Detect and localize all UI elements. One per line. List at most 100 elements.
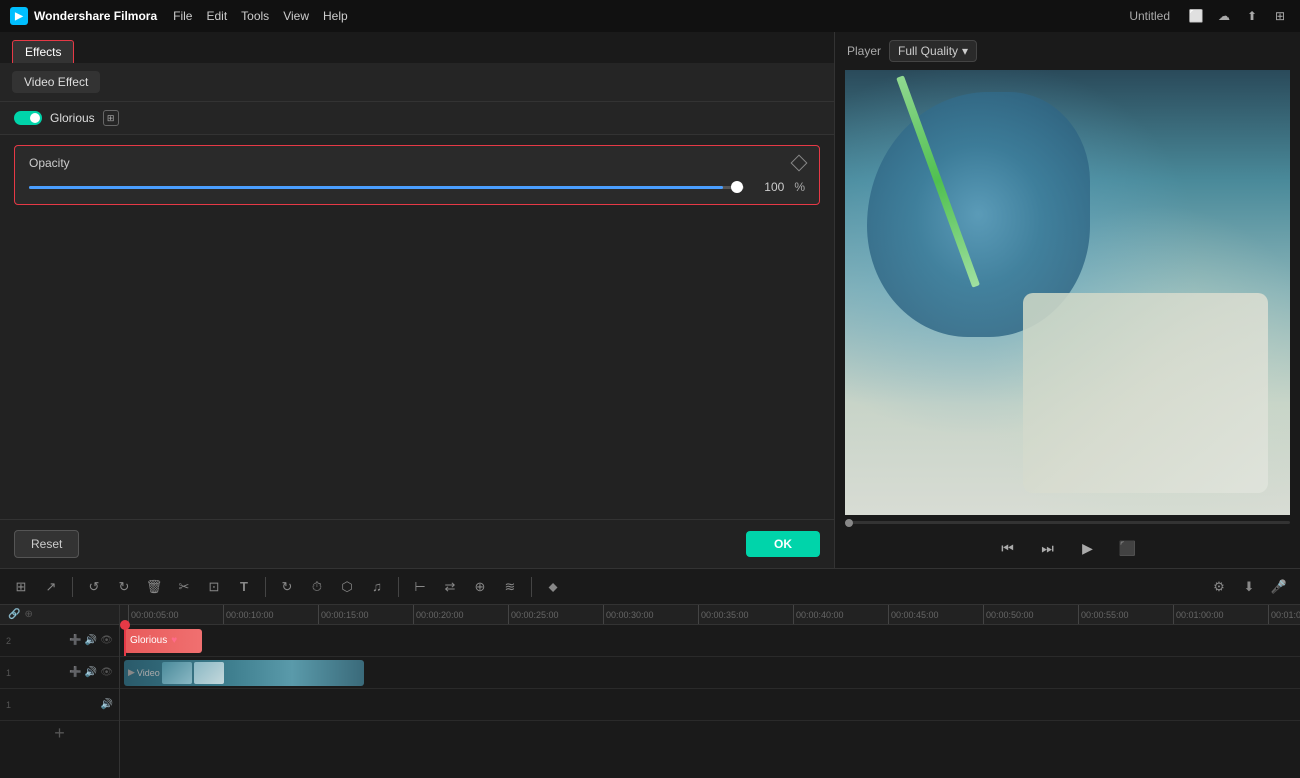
tl-track-video-speaker-icon[interactable]: 🔊 xyxy=(85,667,97,678)
tl-tool-wrap[interactable]: ⊕ xyxy=(467,574,493,600)
tl-track-video-add-icon[interactable]: ➕ xyxy=(69,667,81,678)
ruler-mark-2: 00:00:10:00 xyxy=(223,605,318,624)
tl-separator-3 xyxy=(398,577,399,597)
plate-shape xyxy=(1023,293,1268,493)
timeline-main[interactable]: 00:00:05:00 00:00:10:00 00:00:15:00 00:0… xyxy=(120,605,1300,778)
effect-name-label: Glorious xyxy=(50,111,95,125)
video-thumbnail-2 xyxy=(194,662,224,684)
tl-tool-speed[interactable]: ⏱ xyxy=(304,574,330,600)
ruler-mark-10: 00:00:50:00 xyxy=(983,605,1078,624)
right-panel: Player Full Quality ▾ ⏮ ⏭ ▶ xyxy=(835,32,1300,568)
ok-button[interactable]: OK xyxy=(746,531,820,557)
menu-view[interactable]: View xyxy=(283,9,309,23)
tl-track-effect-icons: ➕ 🔊 👁 xyxy=(69,635,113,646)
ruler-mark-7: 00:00:35:00 xyxy=(698,605,793,624)
tl-track-label-video: 1 ➕ 🔊 👁 xyxy=(0,657,119,689)
player-header: Player Full Quality ▾ xyxy=(835,32,1300,70)
opacity-section: Opacity 100 % xyxy=(14,145,820,205)
opacity-label: Opacity xyxy=(29,156,70,170)
app-logo-icon: ▶ xyxy=(10,7,28,25)
progress-track[interactable] xyxy=(845,521,1290,524)
fullscreen-button[interactable]: ⬛ xyxy=(1116,536,1140,560)
tl-tool-download[interactable]: ⬇ xyxy=(1236,574,1262,600)
menu-tools[interactable]: Tools xyxy=(241,9,269,23)
tl-tool-scenes[interactable]: ⊞ xyxy=(8,574,34,600)
app-name: Wondershare Filmora xyxy=(34,9,157,23)
opacity-value: 100 xyxy=(754,180,784,194)
tl-track-add-icon[interactable]: ➕ xyxy=(69,635,81,646)
tl-tool-cut[interactable]: ✂ xyxy=(171,574,197,600)
opacity-slider-thumb[interactable] xyxy=(731,181,743,193)
effect-clip-label: Glorious xyxy=(130,635,167,646)
tl-tool-crop[interactable]: ⊡ xyxy=(201,574,227,600)
timeline-section: ⊞ ↗ ↺ ↻ 🗑 ✂ ⊡ T ↻ ⏱ ⬡ ♫ ⊢ ⇄ ⊕ ≋ ⬥ ⚙ ⬇ 🎤 … xyxy=(0,568,1300,778)
quality-dropdown-icon: ▾ xyxy=(962,44,968,58)
tl-chain-icon[interactable]: ⊕ xyxy=(24,609,32,620)
timeline-toolbar: ⊞ ↗ ↺ ↻ 🗑 ✂ ⊡ T ↻ ⏱ ⬡ ♫ ⊢ ⇄ ⊕ ≋ ⬥ ⚙ ⬇ 🎤 xyxy=(0,569,1300,605)
video-clip[interactable]: ▶ Video xyxy=(124,660,364,686)
tl-tool-undo[interactable]: ↺ xyxy=(81,574,107,600)
win-layout-icon[interactable]: ⊞ xyxy=(1270,6,1290,26)
tl-tool-rotate[interactable]: ↻ xyxy=(274,574,300,600)
ruler-mark-5: 00:00:25:00 xyxy=(508,605,603,624)
ruler-mark-8: 00:00:40:00 xyxy=(793,605,888,624)
playhead xyxy=(124,625,126,656)
tl-tool-select[interactable]: ↗ xyxy=(38,574,64,600)
menu-edit[interactable]: Edit xyxy=(206,9,227,23)
menu-file[interactable]: File xyxy=(173,9,192,23)
tl-tool-settings[interactable]: ⚙ xyxy=(1206,574,1232,600)
tl-separator-2 xyxy=(265,577,266,597)
reset-button[interactable]: Reset xyxy=(14,530,79,558)
video-thumbnail-1 xyxy=(162,662,192,684)
tl-tool-transform[interactable]: ⇄ xyxy=(437,574,463,600)
opacity-slider-fill xyxy=(29,186,723,189)
tl-tool-text[interactable]: T xyxy=(231,574,257,600)
tl-tool-delete[interactable]: 🗑 xyxy=(141,574,167,600)
keyframe-icon[interactable] xyxy=(791,155,808,172)
tl-track-eye-icon[interactable]: 👁 xyxy=(100,635,113,646)
effect-info-icon[interactable]: ⊞ xyxy=(103,110,119,126)
tl-right-tools: ⚙ ⬇ 🎤 xyxy=(1206,574,1292,600)
win-share-icon[interactable]: ⬆ xyxy=(1242,6,1262,26)
tl-track-speaker-icon[interactable]: 🔊 xyxy=(85,635,97,646)
tl-left-header: 🔗 ⊕ xyxy=(0,605,119,625)
tl-link-icon[interactable]: 🔗 xyxy=(8,609,20,620)
effect-header: Glorious ⊞ xyxy=(0,102,834,135)
panel-footer: Reset OK xyxy=(0,519,834,568)
clip-heart-icon: ♥ xyxy=(171,635,177,646)
tab-effects[interactable]: Effects xyxy=(12,40,74,63)
skip-back-button[interactable]: ⏮ xyxy=(996,536,1020,560)
tl-tool-extra[interactable]: ⬥ xyxy=(540,574,566,600)
effect-clip-glorious[interactable]: Glorious ♥ xyxy=(124,629,202,653)
ruler-mark-6: 00:00:30:00 xyxy=(603,605,698,624)
tl-tool-redo[interactable]: ↻ xyxy=(111,574,137,600)
effect-toggle[interactable] xyxy=(14,111,42,125)
win-cloud-icon[interactable]: ☁ xyxy=(1214,6,1234,26)
tl-add-track-button[interactable]: + xyxy=(0,721,119,745)
opacity-header: Opacity xyxy=(29,156,805,170)
tl-tool-audio[interactable]: ♫ xyxy=(364,574,390,600)
play-button[interactable]: ▶ xyxy=(1076,536,1100,560)
progress-dot[interactable] xyxy=(845,519,853,527)
tab-video-effect[interactable]: Video Effect xyxy=(12,71,100,93)
tl-tool-mic[interactable]: 🎤 xyxy=(1266,574,1292,600)
tl-track-video-eye-icon[interactable]: 👁 xyxy=(100,667,113,678)
player-controls: ⏮ ⏭ ▶ ⬛ xyxy=(835,530,1300,568)
tl-tool-split[interactable]: ⊢ xyxy=(407,574,433,600)
ruler-mark-11: 00:00:55:00 xyxy=(1078,605,1173,624)
frame-back-button[interactable]: ⏭ xyxy=(1036,536,1060,560)
opacity-slider-track[interactable] xyxy=(29,186,744,189)
ruler-marks: 00:00:05:00 00:00:10:00 00:00:15:00 00:0… xyxy=(120,605,1300,624)
ruler-mark-1: 00:00:05:00 xyxy=(128,605,223,624)
tl-tool-mask[interactable]: ⬡ xyxy=(334,574,360,600)
main-layout: Effects Video Effect Glorious ⊞ Opacity … xyxy=(0,32,1300,568)
tl-separator-4 xyxy=(531,577,532,597)
menu-help[interactable]: Help xyxy=(323,9,348,23)
timeline-ruler: 00:00:05:00 00:00:10:00 00:00:15:00 00:0… xyxy=(120,605,1300,625)
playhead-top xyxy=(120,620,130,630)
timeline-tracks: Glorious ♥ ▶ Video xyxy=(120,625,1300,721)
win-monitor-icon[interactable]: ⬜ xyxy=(1186,6,1206,26)
tl-tool-wave[interactable]: ≋ xyxy=(497,574,523,600)
player-quality-select[interactable]: Full Quality ▾ xyxy=(889,40,977,62)
tl-track-audio-speaker-icon[interactable]: 🔊 xyxy=(101,699,113,710)
